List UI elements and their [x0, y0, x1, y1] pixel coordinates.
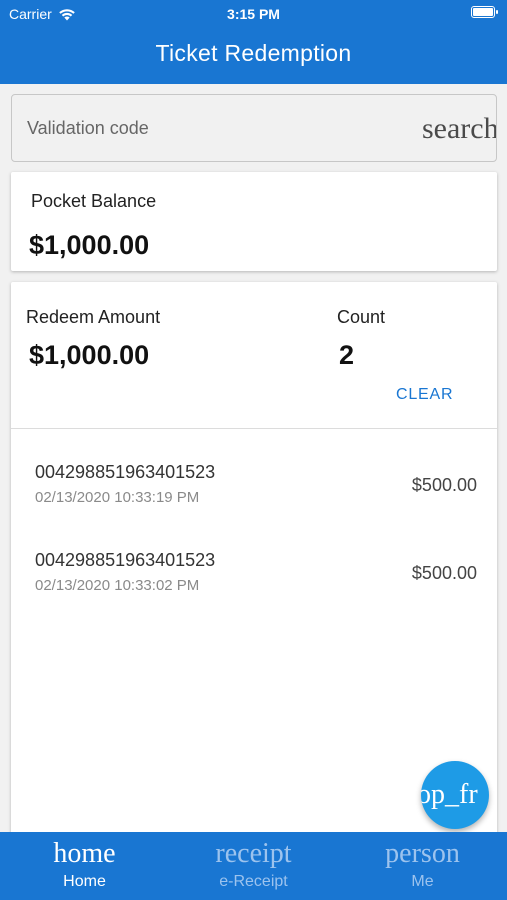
- app-header: Carrier 3:15 PM Ticket Redemption: [0, 0, 507, 84]
- battery-fill: [473, 8, 493, 16]
- redeem-amount-value: $1,000.00: [29, 340, 150, 370]
- floating-action-button[interactable]: op_fr: [421, 761, 489, 829]
- home-icon: home: [53, 838, 116, 869]
- battery-frame: [471, 6, 498, 18]
- redeem-amount-label: Redeem Amount: [26, 307, 161, 327]
- validation-code-input[interactable]: [12, 95, 412, 161]
- ticket-date: 02/13/2020 10:33:02 PM: [35, 577, 200, 594]
- fab-icon: op_fr: [421, 779, 478, 810]
- ticket-code: 004298851963401523: [35, 462, 216, 482]
- ticket-row[interactable]: 004298851963401523 02/13/2020 10:33:02 P…: [11, 546, 497, 616]
- app-root: Carrier 3:15 PM Ticket Redemption search…: [0, 0, 507, 900]
- ticket-amount: $500.00: [411, 475, 477, 495]
- search-box: search: [11, 94, 497, 162]
- nav-label-me: Me: [411, 873, 434, 890]
- nav-label-home: Home: [63, 873, 106, 890]
- count-label: Count: [337, 307, 386, 327]
- nav-item-e-receipt[interactable]: receipt e-Receipt: [169, 832, 338, 900]
- divider: [11, 428, 497, 429]
- ticket-row[interactable]: 004298851963401523 02/13/2020 10:33:19 P…: [11, 458, 497, 528]
- count-value: 2: [339, 340, 355, 370]
- ticket-code: 004298851963401523: [35, 550, 216, 570]
- battery-icon: [471, 6, 498, 18]
- status-bar: Carrier 3:15 PM: [0, 0, 507, 28]
- receipt-icon: receipt: [215, 838, 292, 869]
- nav-label-e-receipt: e-Receipt: [219, 873, 288, 890]
- clear-button[interactable]: CLEAR: [396, 386, 453, 404]
- search-icon[interactable]: search: [422, 112, 496, 146]
- pocket-balance-card: Pocket Balance $1,000.00: [11, 172, 497, 271]
- nav-item-me[interactable]: person Me: [338, 832, 507, 900]
- bottom-nav: home Home receipt e-Receipt person Me: [0, 832, 507, 900]
- pocket-balance-value: $1,000.00: [29, 230, 150, 260]
- pocket-balance-label: Pocket Balance: [31, 191, 157, 211]
- person-icon: person: [385, 838, 460, 869]
- status-time: 3:15 PM: [227, 6, 280, 22]
- page-title: Ticket Redemption: [155, 40, 352, 66]
- ticket-amount: $500.00: [411, 563, 477, 583]
- redeem-card: Redeem Amount $1,000.00 Count 2 CLEAR 00…: [11, 282, 497, 842]
- nav-item-home[interactable]: home Home: [0, 832, 169, 900]
- ticket-date: 02/13/2020 10:33:19 PM: [35, 489, 200, 506]
